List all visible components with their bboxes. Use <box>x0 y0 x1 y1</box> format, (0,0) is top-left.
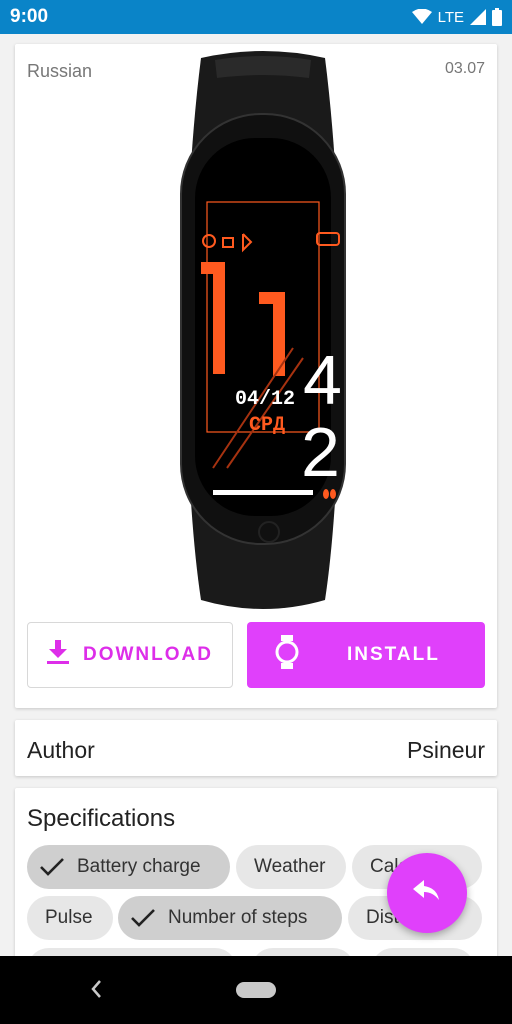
watchface-card[interactable]: Russian 03.07 4 2 04/12 СРД DOWNLOAD INS… <box>15 44 497 708</box>
chip-label: Pulse <box>45 907 93 928</box>
check-icon <box>130 908 156 928</box>
check-icon <box>39 857 65 877</box>
spec-chip-weather[interactable]: Weather <box>236 845 346 889</box>
watch-icon <box>275 635 299 675</box>
chip-label: Weather <box>254 856 326 877</box>
download-button[interactable]: DOWNLOAD <box>27 622 233 688</box>
install-button[interactable]: INSTALL <box>247 622 485 688</box>
install-label: INSTALL <box>347 644 440 665</box>
battery-icon <box>492 8 502 26</box>
download-icon <box>47 640 69 670</box>
date-label: 03.07 <box>444 60 485 77</box>
spec-chip-number-of-steps[interactable]: Number of steps <box>118 896 342 940</box>
spec-chip-battery-charge[interactable]: Battery charge <box>27 845 230 889</box>
system-nav-bar <box>0 956 512 1024</box>
back-icon[interactable] <box>88 978 104 1005</box>
language-label: Russian <box>27 61 93 81</box>
screen-date: 04/12 <box>235 388 295 411</box>
chip-label: Number of steps <box>168 907 308 928</box>
status-icons: LTE <box>411 8 502 26</box>
author-label: Author <box>27 737 95 763</box>
wifi-icon <box>411 9 432 25</box>
spec-chip-pulse[interactable]: Pulse <box>27 896 113 940</box>
status-bar: 9:00 LTE <box>0 0 512 34</box>
share-fab[interactable] <box>387 853 467 933</box>
specifications-title: Specifications <box>27 805 176 832</box>
author-name: Psineur <box>407 737 485 763</box>
cell-signal-icon <box>470 9 486 25</box>
author-card: Author Psineur <box>15 720 497 776</box>
minute-top-digit: 4 <box>303 341 342 419</box>
status-time: 9:00 <box>10 6 49 27</box>
minute-bottom-digit: 2 <box>301 413 340 491</box>
chip-label: Battery charge <box>77 856 201 877</box>
download-label: DOWNLOAD <box>83 644 213 665</box>
reply-icon <box>413 879 441 907</box>
watchface-preview-image: 4 2 04/12 СРД <box>180 51 346 609</box>
home-pill[interactable] <box>236 982 276 998</box>
network-type: LTE <box>437 8 464 26</box>
screen-weekday: СРД <box>249 414 285 437</box>
